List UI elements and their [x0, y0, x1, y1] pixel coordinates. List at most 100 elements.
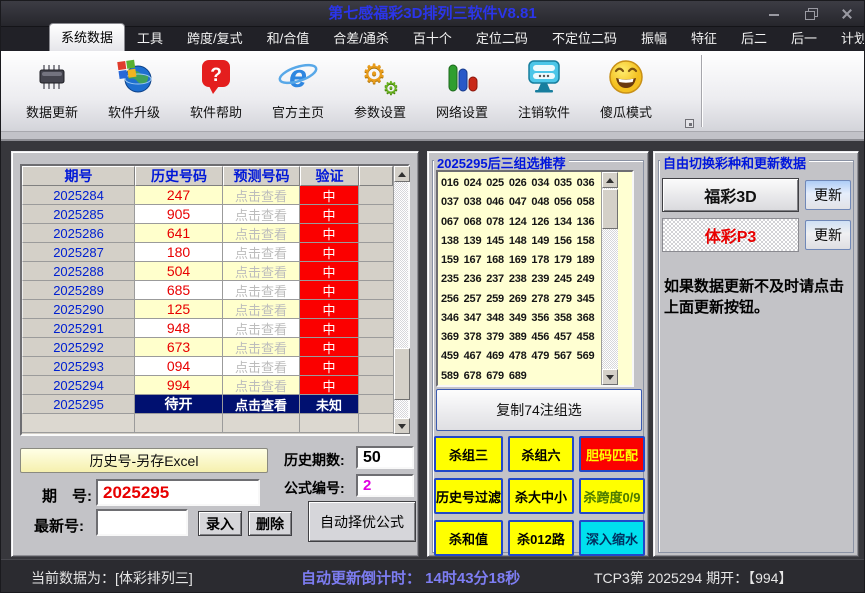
scroll-up-icon[interactable]	[394, 166, 410, 182]
toolbar: 数据更新 软件升级	[1, 51, 864, 141]
filter-button[interactable]: 杀跨度0/9	[579, 478, 645, 514]
close-icon[interactable]	[840, 7, 854, 21]
period-cell[interactable]: 2025294	[22, 376, 135, 395]
number-cell: 125	[135, 300, 223, 319]
predict-cell[interactable]: 点击查看	[223, 224, 300, 243]
filter-button[interactable]: 杀大中小	[508, 478, 574, 514]
toolbar-overflow-icon[interactable]	[685, 119, 694, 128]
filter-button[interactable]: 杀和值	[434, 520, 503, 556]
verify-cell: 中	[300, 186, 359, 205]
software-help-button[interactable]: ? 软件帮助	[179, 57, 253, 121]
predict-cell[interactable]: 点击查看	[223, 395, 300, 414]
delete-button[interactable]: 删除	[248, 511, 292, 536]
entry-button[interactable]: 录入	[198, 511, 242, 536]
predict-cell[interactable]: 点击查看	[223, 262, 300, 281]
tab-item[interactable]: 后二	[729, 24, 779, 51]
period-cell[interactable]: 2025290	[22, 300, 135, 319]
period-cell[interactable]: 2025291	[22, 319, 135, 338]
period-cell[interactable]: 2025286	[22, 224, 135, 243]
fucai-3d-button[interactable]: 福彩3D	[662, 178, 799, 212]
help-icon: ?	[196, 57, 236, 102]
auto-formula-button[interactable]: 自动择优公式	[308, 501, 416, 542]
period-cell[interactable]: 2025284	[22, 186, 135, 205]
recommended-numbers-listbox[interactable]: 016 024 025 026 034 035 036 037 038 046 …	[436, 170, 634, 387]
table-row: 2025292 673 点击查看 中	[22, 338, 393, 357]
table-scrollbar[interactable]	[393, 166, 408, 434]
period-cell[interactable]: 2025287	[22, 243, 135, 262]
tab-item[interactable]: 后一	[779, 24, 829, 51]
switch-group-title: 自由切换彩种和更新数据	[660, 153, 809, 172]
scroll-down-icon[interactable]	[394, 418, 410, 434]
predict-cell[interactable]: 点击查看	[223, 300, 300, 319]
minimize-icon[interactable]	[768, 7, 782, 21]
app-window: 第七感福彩3D排列三软件V8.81 系统数据 工具 跨度/复式 和/合值 合差/…	[0, 0, 865, 593]
network-settings-button[interactable]: 网络设置	[425, 57, 499, 121]
tab-item[interactable]: 定位二码	[464, 24, 540, 51]
formula-no-input[interactable]: 2	[356, 474, 414, 497]
filter-button[interactable]: 杀组六	[508, 436, 574, 472]
table-row: 2025287 180 点击查看 中	[22, 243, 393, 262]
scrollbar-thumb[interactable]	[394, 348, 410, 400]
filter-button[interactable]: 杀012路	[508, 520, 574, 556]
tab-item[interactable]: 系统数据	[49, 23, 125, 51]
chip-icon	[32, 57, 72, 102]
svg-text:e: e	[289, 58, 307, 94]
verify-cell: 中	[300, 243, 359, 262]
col-header-verify: 验证	[300, 166, 359, 186]
update-tcp3-button[interactable]: 更新	[805, 220, 851, 250]
status-bar: 当前数据为：[体彩排列三] 自动更新倒计时： 14时43分18秒 TCP3第 2…	[1, 559, 864, 592]
period-input[interactable]: 2025295	[96, 479, 260, 506]
verify-cell: 中	[300, 224, 359, 243]
tab-item[interactable]: 不定位二码	[540, 24, 629, 51]
tab-item[interactable]: 和/合值	[255, 24, 322, 51]
period-cell[interactable]: 2025295	[22, 395, 135, 414]
data-update-button[interactable]: 数据更新	[15, 57, 89, 121]
tab-item[interactable]: 振幅	[629, 24, 679, 51]
predict-cell[interactable]: 点击查看	[223, 281, 300, 300]
filter-button[interactable]: 深入缩水	[579, 520, 645, 556]
ticai-p3-button[interactable]: 体彩P3	[662, 218, 799, 252]
table-row-pending: 2025295 待开 点击查看 未知	[22, 395, 393, 414]
filter-button[interactable]: 杀组三	[434, 436, 503, 472]
period-cell[interactable]: 2025285	[22, 205, 135, 224]
tab-item[interactable]: 工具	[125, 24, 175, 51]
scrollbar-thumb[interactable]	[602, 189, 618, 229]
history-periods-input[interactable]: 50	[356, 446, 414, 469]
period-cell[interactable]: 2025292	[22, 338, 135, 357]
verify-cell: 中	[300, 205, 359, 224]
filter-button[interactable]: 胆码匹配	[579, 436, 645, 472]
predict-cell[interactable]: 点击查看	[223, 243, 300, 262]
smiley-icon	[606, 57, 646, 102]
predict-cell[interactable]: 点击查看	[223, 205, 300, 224]
period-cell[interactable]: 2025288	[22, 262, 135, 281]
update-fc3d-button[interactable]: 更新	[805, 180, 851, 210]
listbox-scrollbar[interactable]	[601, 172, 618, 385]
period-cell[interactable]: 2025289	[22, 281, 135, 300]
scroll-down-icon[interactable]	[602, 369, 618, 385]
predict-cell[interactable]: 点击查看	[223, 357, 300, 376]
tab-item[interactable]: 合差/通杀	[321, 24, 401, 51]
official-homepage-button[interactable]: e 官方主页	[261, 57, 335, 121]
simple-mode-button[interactable]: 傻瓜模式	[589, 57, 663, 121]
software-upgrade-button[interactable]: 软件升级	[97, 57, 171, 121]
predict-cell[interactable]: 点击查看	[223, 376, 300, 395]
latest-number-input[interactable]	[96, 509, 188, 536]
tab-item[interactable]: 跨度/复式	[175, 24, 255, 51]
predict-cell[interactable]: 点击查看	[223, 319, 300, 338]
latest-draw-status: TCP3第 2025294 期开：【994】	[594, 568, 792, 588]
predict-cell[interactable]: 点击查看	[223, 186, 300, 205]
number-cell: 673	[135, 338, 223, 357]
predict-cell[interactable]: 点击查看	[223, 338, 300, 357]
copy-selections-button[interactable]: 复制74注组选	[436, 389, 642, 431]
restore-icon[interactable]	[804, 7, 818, 21]
scroll-up-icon[interactable]	[602, 172, 618, 188]
save-excel-button[interactable]: 历史号-另存Excel	[20, 448, 268, 473]
tab-item[interactable]: 计划	[829, 24, 865, 51]
logout-software-button[interactable]: 注销软件	[507, 57, 581, 121]
period-cell[interactable]: 2025293	[22, 357, 135, 376]
table-row: 2025290 125 点击查看 中	[22, 300, 393, 319]
tab-item[interactable]: 特征	[679, 24, 729, 51]
filter-button[interactable]: 历史号过滤	[434, 478, 503, 514]
tab-item[interactable]: 百十个	[401, 24, 464, 51]
parameter-settings-button[interactable]: ⚙⚙ 参数设置	[343, 57, 417, 121]
